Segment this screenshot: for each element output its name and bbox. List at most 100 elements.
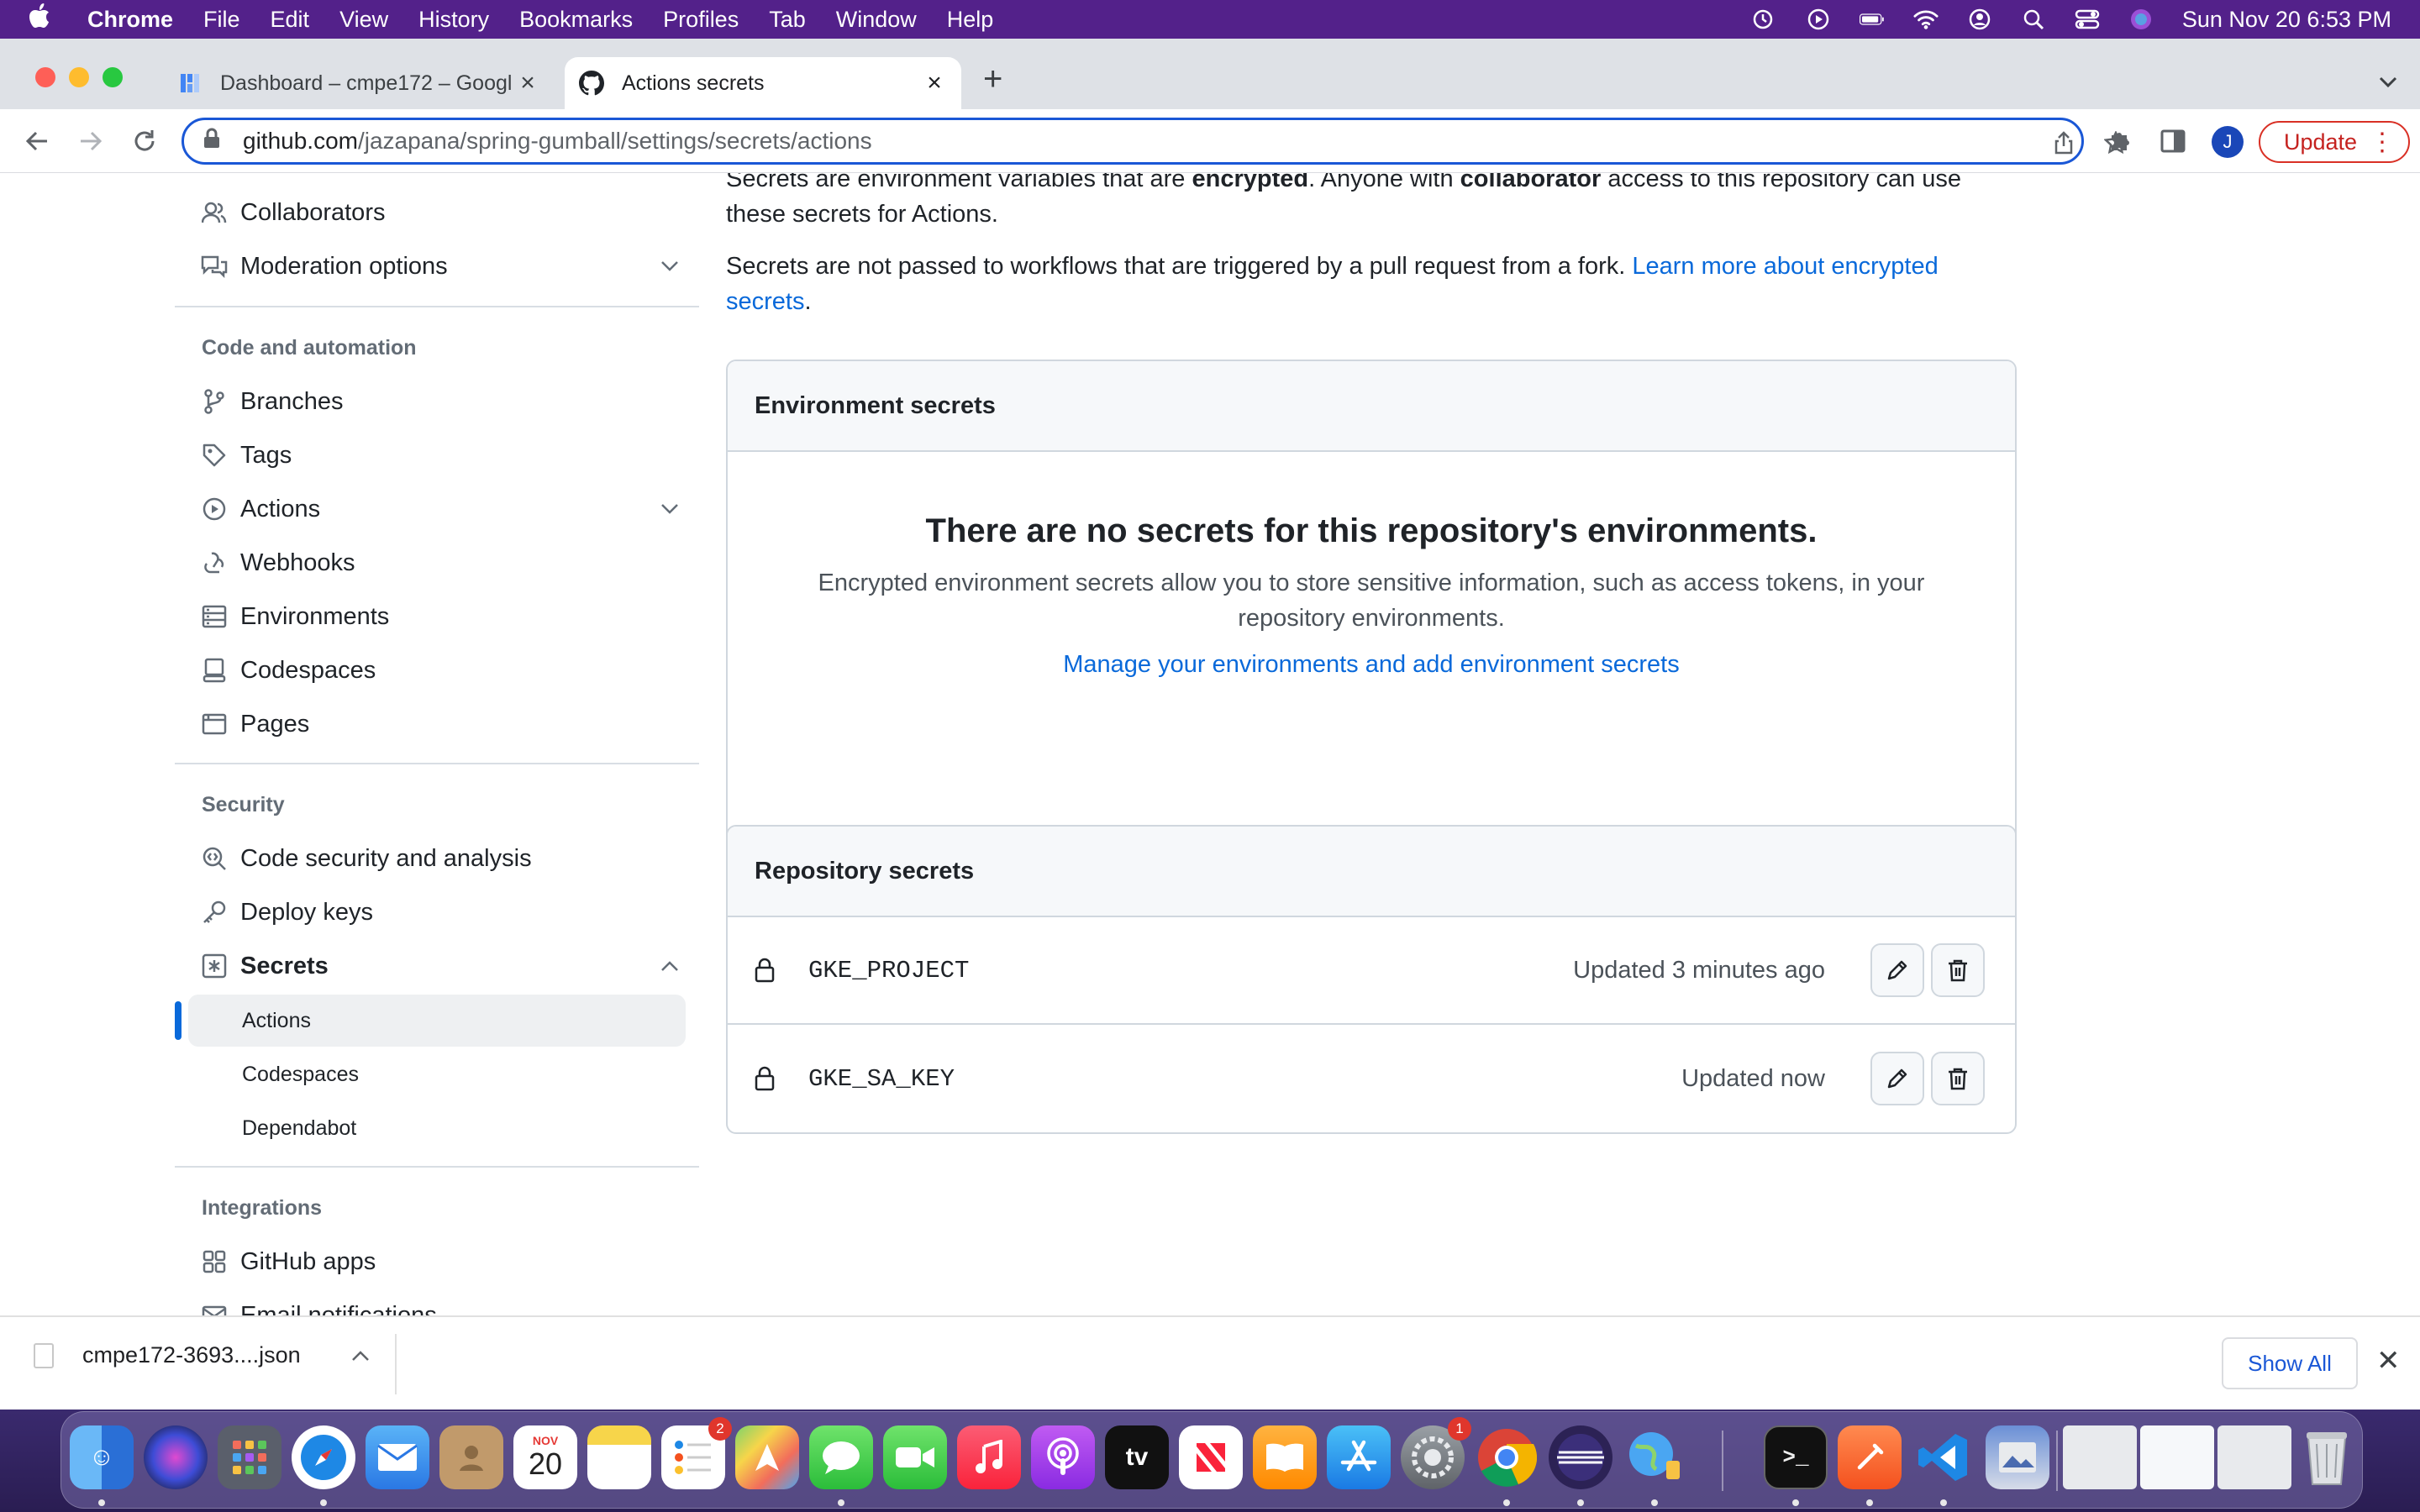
news-icon[interactable] xyxy=(1179,1425,1243,1489)
time-machine-icon[interactable] xyxy=(1752,8,1777,30)
menu-tab[interactable]: Tab xyxy=(769,7,806,33)
menu-history[interactable]: History xyxy=(418,7,489,33)
safari-icon[interactable] xyxy=(292,1425,355,1489)
network-utility-icon[interactable] xyxy=(1623,1425,1686,1489)
menu-bookmarks[interactable]: Bookmarks xyxy=(519,7,633,33)
sidebar-item-collaborators[interactable]: Collaborators xyxy=(200,187,687,238)
tab-close-icon[interactable]: × xyxy=(513,69,543,97)
delete-secret-button[interactable] xyxy=(1931,1052,1985,1105)
profile-avatar[interactable]: J xyxy=(2212,126,2244,158)
vscode-icon[interactable] xyxy=(1912,1425,1975,1489)
siri-icon[interactable] xyxy=(2128,8,2154,30)
learn-more-link[interactable]: secrets xyxy=(726,288,804,315)
contacts-icon[interactable] xyxy=(439,1425,503,1489)
chrome-update-button[interactable]: Update ⋮ xyxy=(2259,121,2410,163)
spotlight-search-icon[interactable] xyxy=(2021,8,2046,30)
chrome-icon[interactable] xyxy=(1475,1425,1539,1489)
delete-secret-button[interactable] xyxy=(1931,943,1985,997)
mail-icon[interactable] xyxy=(366,1425,429,1489)
sidebar-item-webhooks[interactable]: Webhooks xyxy=(200,538,687,588)
back-arrow-icon[interactable] xyxy=(18,123,55,160)
tab-search-chevron-icon[interactable] xyxy=(2378,69,2398,95)
minimized-window-thumbnail[interactable] xyxy=(2063,1425,2137,1489)
sidebar-item-codespaces[interactable]: Codespaces xyxy=(200,645,687,696)
control-center-icon[interactable] xyxy=(2075,8,2100,30)
books-icon[interactable] xyxy=(1253,1425,1317,1489)
address-bar[interactable]: github.com/jazapana/spring-gumball/setti… xyxy=(182,118,2128,165)
menu-window[interactable]: Window xyxy=(836,7,917,33)
finder-icon[interactable]: ☺ xyxy=(70,1425,134,1489)
user-account-icon[interactable] xyxy=(1967,8,1992,30)
podcasts-icon[interactable] xyxy=(1031,1425,1095,1489)
tab-dashboard[interactable]: Dashboard – cmpe172 – Googl × xyxy=(168,57,555,109)
chevron-up-icon[interactable] xyxy=(660,960,679,972)
download-item[interactable]: cmpe172-3693....json xyxy=(34,1342,370,1368)
minimized-window-thumbnail[interactable] xyxy=(2140,1425,2214,1489)
battery-icon[interactable] xyxy=(1859,8,1885,30)
chevron-down-icon[interactable] xyxy=(660,260,679,272)
notes-icon[interactable] xyxy=(587,1425,651,1489)
side-panel-icon[interactable] xyxy=(2156,124,2190,158)
menu-profiles[interactable]: Profiles xyxy=(663,7,739,33)
sidebar-item-email-notifications[interactable]: Email notifications xyxy=(200,1290,687,1315)
preview-icon[interactable] xyxy=(1986,1425,2049,1489)
sidebar-item-branches[interactable]: Branches xyxy=(200,376,687,427)
site-lock-icon[interactable] xyxy=(203,128,223,155)
menu-file[interactable]: File xyxy=(203,7,240,33)
extensions-puzzle-icon[interactable] xyxy=(2102,124,2136,158)
window-minimize-button[interactable] xyxy=(69,67,89,87)
terminal-icon[interactable]: >_ xyxy=(1764,1425,1828,1489)
forward-arrow-icon[interactable] xyxy=(72,123,109,160)
learn-more-link[interactable]: Learn more about encrypted xyxy=(1632,253,1938,280)
sidebar-item-environments[interactable]: Environments xyxy=(200,591,687,642)
siri-icon[interactable] xyxy=(144,1425,208,1489)
menu-edit[interactable]: Edit xyxy=(271,7,310,33)
sidebar-item-tags[interactable]: Tags xyxy=(200,430,687,480)
calendar-icon[interactable]: NOV 20 xyxy=(513,1425,577,1489)
show-all-downloads-button[interactable]: Show All xyxy=(2222,1337,2358,1389)
window-close-button[interactable] xyxy=(35,67,55,87)
menu-view[interactable]: View xyxy=(339,7,388,33)
chevron-up-icon[interactable] xyxy=(351,1350,370,1362)
menu-help[interactable]: Help xyxy=(947,7,994,33)
reload-icon[interactable] xyxy=(126,123,163,160)
messages-icon[interactable] xyxy=(809,1425,873,1489)
play-circle-icon[interactable] xyxy=(1806,8,1831,30)
sidebar-item-actions[interactable]: Actions xyxy=(200,484,687,534)
app-store-icon[interactable] xyxy=(1327,1425,1391,1489)
edit-secret-button[interactable] xyxy=(1870,943,1924,997)
trash-icon[interactable] xyxy=(2295,1425,2359,1489)
sidebar-item-secrets[interactable]: Secrets xyxy=(200,941,687,991)
sidebar-item-code-security[interactable]: Code security and analysis xyxy=(200,833,687,884)
apple-tv-icon[interactable]: tv xyxy=(1105,1425,1169,1489)
sidebar-item-deploy-keys[interactable]: Deploy keys xyxy=(200,887,687,937)
music-icon[interactable] xyxy=(957,1425,1021,1489)
sidebar-subitem-dependabot[interactable]: Dependabot xyxy=(242,1103,356,1153)
share-icon[interactable] xyxy=(2051,130,2076,155)
sidebar-item-pages[interactable]: Pages xyxy=(200,699,687,749)
wifi-icon[interactable] xyxy=(1913,8,1939,30)
close-downloads-icon[interactable]: ✕ xyxy=(2376,1344,2401,1378)
manage-environments-link[interactable]: Manage your environments and add environ… xyxy=(1063,651,1679,679)
sidebar-subitem-actions[interactable]: Actions xyxy=(242,995,311,1046)
tab-close-icon[interactable]: × xyxy=(919,69,950,97)
chevron-down-icon[interactable] xyxy=(660,503,679,515)
launchpad-icon[interactable] xyxy=(218,1425,281,1489)
new-tab-plus-icon[interactable]: + xyxy=(983,60,1002,98)
eclipse-icon[interactable] xyxy=(1549,1425,1612,1489)
menubar-clock[interactable]: Sun Nov 20 6:53 PM xyxy=(2182,7,2391,33)
sidebar-item-moderation-options[interactable]: Moderation options xyxy=(200,241,687,291)
github-settings-page: Collaborators Moderation options Code an… xyxy=(0,173,2420,1315)
postman-icon[interactable] xyxy=(1838,1425,1902,1489)
tab-actions-secrets[interactable]: Actions secrets × xyxy=(565,57,961,109)
menu-app-chrome[interactable]: Chrome xyxy=(87,7,173,33)
sidebar-item-github-apps[interactable]: GitHub apps xyxy=(200,1236,687,1287)
more-menu-icon[interactable]: ⋮ xyxy=(2370,128,2395,157)
window-zoom-button[interactable] xyxy=(103,67,123,87)
apple-menu-icon[interactable] xyxy=(29,3,67,35)
facetime-icon[interactable] xyxy=(883,1425,947,1489)
edit-secret-button[interactable] xyxy=(1870,1052,1924,1105)
maps-icon[interactable] xyxy=(735,1425,799,1489)
sidebar-subitem-codespaces[interactable]: Codespaces xyxy=(242,1049,359,1100)
minimized-window-thumbnail[interactable] xyxy=(2217,1425,2291,1489)
